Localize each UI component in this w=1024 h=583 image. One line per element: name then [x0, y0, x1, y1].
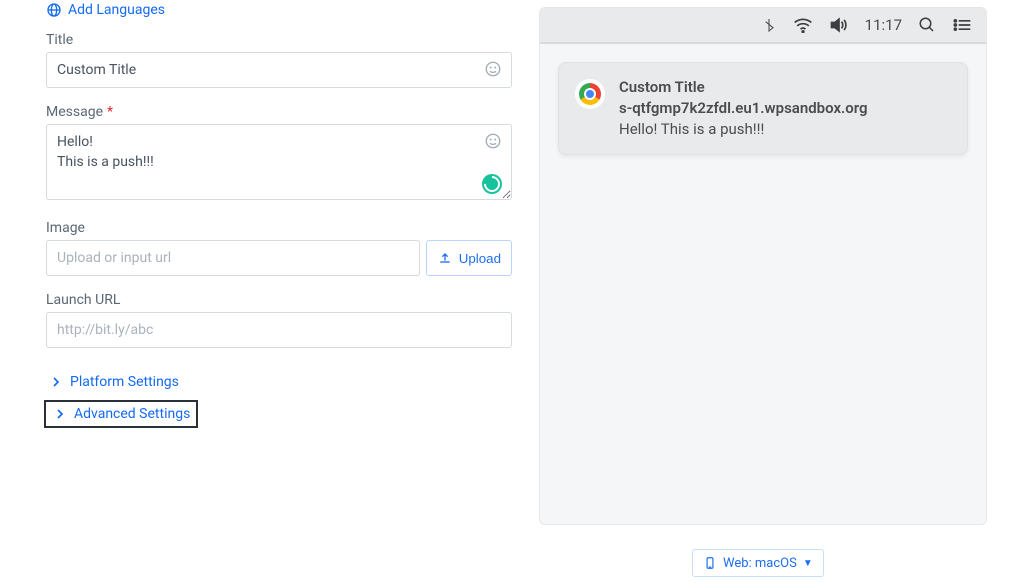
- globe-icon: [46, 2, 62, 18]
- platform-settings-label: Platform Settings: [70, 374, 179, 390]
- notification-body: Hello! This is a push!!!: [619, 119, 868, 140]
- notification-card: Custom Title s-qtfgmp7k2zfdl.eu1.wpsandb…: [558, 62, 968, 155]
- web-platform-selector[interactable]: Web: macOS ▼: [692, 549, 824, 577]
- chevron-right-icon: [48, 374, 64, 390]
- device-icon: [703, 556, 717, 570]
- launch-url-field: Launch URL: [46, 292, 512, 348]
- emoji-icon[interactable]: [484, 60, 502, 82]
- list-icon: [952, 17, 972, 33]
- platform-settings-toggle[interactable]: Platform Settings: [46, 368, 181, 396]
- advanced-settings-toggle[interactable]: Advanced Settings: [44, 400, 198, 428]
- preview-status-bar: 11:17: [540, 8, 986, 44]
- preview-panel: 11:17 Custom Title s-qtfgmp7k2zfdl.eu1.w…: [539, 7, 987, 525]
- message-input[interactable]: [46, 124, 512, 200]
- upload-icon: [437, 250, 453, 266]
- launch-url-input[interactable]: [46, 312, 512, 348]
- grammarly-icon[interactable]: [482, 174, 502, 194]
- add-languages-link[interactable]: Add Languages: [46, 0, 512, 32]
- web-platform-label: Web: macOS: [723, 556, 797, 571]
- search-icon: [918, 16, 936, 34]
- add-languages-label: Add Languages: [68, 2, 165, 18]
- volume-icon: [829, 17, 849, 33]
- upload-label: Upload: [459, 251, 501, 266]
- upload-button[interactable]: Upload: [426, 240, 512, 276]
- message-field: Message*: [46, 104, 512, 204]
- chrome-icon: [575, 79, 605, 109]
- bluetooth-icon: [761, 17, 777, 33]
- title-label: Title: [46, 32, 512, 48]
- chevron-down-icon: ▼: [803, 558, 813, 569]
- message-label: Message*: [46, 104, 512, 120]
- emoji-icon[interactable]: [484, 132, 502, 154]
- title-field: Title: [46, 32, 512, 88]
- notification-domain: s-qtfgmp7k2zfdl.eu1.wpsandbox.org: [619, 98, 868, 119]
- preview-time: 11:17: [865, 16, 902, 34]
- title-input[interactable]: [46, 52, 512, 88]
- form-panel: Add Languages Title Message* Image: [46, 0, 512, 428]
- chevron-right-icon: [52, 406, 68, 422]
- advanced-settings-label: Advanced Settings: [74, 406, 190, 422]
- wifi-icon: [793, 17, 813, 33]
- notification-title: Custom Title: [619, 77, 868, 98]
- image-field: Image Upload: [46, 220, 512, 276]
- required-mark: *: [107, 104, 113, 120]
- image-label: Image: [46, 220, 512, 236]
- launch-url-label: Launch URL: [46, 292, 512, 308]
- preview-body: Custom Title s-qtfgmp7k2zfdl.eu1.wpsandb…: [540, 44, 986, 173]
- image-url-input[interactable]: [46, 240, 420, 276]
- notification-text: Custom Title s-qtfgmp7k2zfdl.eu1.wpsandb…: [619, 77, 868, 140]
